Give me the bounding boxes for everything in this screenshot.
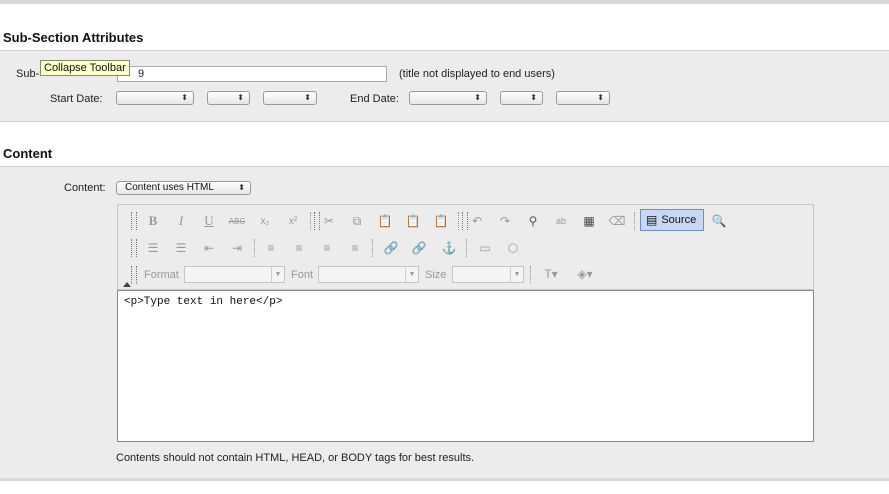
find-icon[interactable]: ⚲ [522, 210, 544, 232]
subsection-name-label: Sub- [16, 68, 40, 80]
align-center-icon[interactable]: ≡ [288, 237, 310, 259]
bottom-divider [0, 478, 889, 481]
editor-text: <p>Type text in here</p> [124, 296, 283, 308]
start-day-select[interactable]: ⬍ [207, 91, 250, 105]
updown-icon: ⬍ [237, 93, 244, 102]
subsection-name-note: (title not displayed to end users) [399, 68, 555, 80]
toolbar-grip [131, 266, 137, 284]
updown-icon: ⬍ [238, 183, 245, 192]
dropdown-arrow-icon: ▼ [271, 267, 284, 282]
top-divider [0, 0, 889, 4]
redo-icon[interactable]: ↷ [494, 210, 516, 232]
italic-button[interactable]: I [170, 210, 192, 232]
toolbar-grip [131, 239, 137, 257]
replace-icon[interactable]: ab [550, 210, 572, 232]
bold-button[interactable]: B [142, 210, 164, 232]
align-justify-icon[interactable]: ≡ [344, 237, 366, 259]
toolbar-separator [254, 239, 258, 257]
paste-word-icon[interactable]: 📋 [430, 210, 452, 232]
underline-button[interactable]: U [198, 210, 220, 232]
link-icon[interactable]: 🔗 [380, 237, 402, 259]
subscript-button[interactable]: x₂ [254, 210, 276, 232]
updown-icon: ⬍ [597, 93, 604, 102]
table-icon[interactable]: ▭ [474, 237, 496, 259]
size-label: Size [425, 269, 447, 281]
bulleted-list-icon[interactable]: ☰ [170, 237, 192, 259]
updown-icon: ⬍ [530, 93, 537, 102]
undo-icon[interactable]: ↶ [466, 210, 488, 232]
toolbar-separator [372, 239, 376, 257]
updown-icon: ⬍ [474, 93, 481, 102]
updown-icon: ⬍ [181, 93, 188, 102]
collapse-toolbar-tooltip: Collapse Toolbar [40, 60, 130, 76]
content-type-select[interactable]: Content uses HTML ⬍ [116, 181, 251, 195]
numbered-list-icon[interactable]: ☰ [142, 237, 164, 259]
subsection-title: Sub-Section Attributes [3, 30, 144, 45]
select-all-icon[interactable]: ▦ [578, 210, 600, 232]
preview-icon[interactable]: 🔍 [708, 210, 730, 232]
size-combo[interactable]: ▼ [452, 266, 524, 283]
remove-format-icon[interactable]: ⌫ [606, 210, 628, 232]
background-color-icon[interactable]: ◈▾ [570, 263, 600, 285]
collapse-toolbar-icon[interactable] [123, 282, 131, 287]
anchor-icon[interactable]: ⚓ [438, 237, 460, 259]
copy-icon[interactable]: ⧉ [346, 210, 368, 232]
paste-text-icon[interactable]: 📋 [402, 210, 424, 232]
font-combo[interactable]: ▼ [318, 266, 419, 283]
source-icon: ▤ [646, 213, 658, 227]
source-label: Source [661, 214, 697, 226]
source-button[interactable]: ▤ Source [640, 209, 704, 231]
toolbar-separator [530, 266, 534, 284]
start-date-label: Start Date: [50, 93, 103, 105]
content-title: Content [3, 146, 53, 161]
outdent-icon[interactable]: ⇤ [198, 237, 220, 259]
unlink-icon[interactable]: 🔗 [408, 237, 430, 259]
start-month-select[interactable]: ⬍ [116, 91, 194, 105]
toolbar-grip [131, 212, 137, 230]
align-left-icon[interactable]: ≡ [260, 237, 282, 259]
dropdown-arrow-icon: ▼ [510, 267, 523, 282]
content-type-value: Content uses HTML [125, 182, 214, 193]
paste-icon[interactable]: 📋 [374, 210, 396, 232]
text-color-icon[interactable]: T▾ [536, 263, 566, 285]
strikethrough-button[interactable]: ABC [226, 210, 248, 232]
format-combo[interactable]: ▼ [184, 266, 285, 283]
format-label: Format [144, 269, 179, 281]
font-label: Font [291, 269, 314, 281]
toolbar-separator [634, 212, 638, 230]
start-year-select[interactable]: ⬍ [263, 91, 317, 105]
content-hint: Contents should not contain HTML, HEAD, … [116, 452, 475, 464]
align-right-icon[interactable]: ≡ [316, 237, 338, 259]
content-type-label: Content: [64, 182, 106, 194]
superscript-button[interactable]: x² [282, 210, 304, 232]
toolbar-separator [466, 239, 470, 257]
end-date-label: End Date: [350, 93, 399, 105]
subsection-panel [0, 50, 889, 122]
end-month-select[interactable]: ⬍ [409, 91, 487, 105]
editor-source-area[interactable]: <p>Type text in here</p> [117, 290, 814, 442]
end-year-select[interactable]: ⬍ [556, 91, 610, 105]
cut-icon[interactable]: ✂ [318, 210, 340, 232]
updown-icon: ⬍ [304, 93, 311, 102]
special-char-icon[interactable]: ⬡ [502, 237, 524, 259]
end-day-select[interactable]: ⬍ [500, 91, 543, 105]
subsection-name-input[interactable]: 9 [117, 66, 387, 82]
dropdown-arrow-icon: ▼ [405, 267, 418, 282]
indent-icon[interactable]: ⇥ [226, 237, 248, 259]
